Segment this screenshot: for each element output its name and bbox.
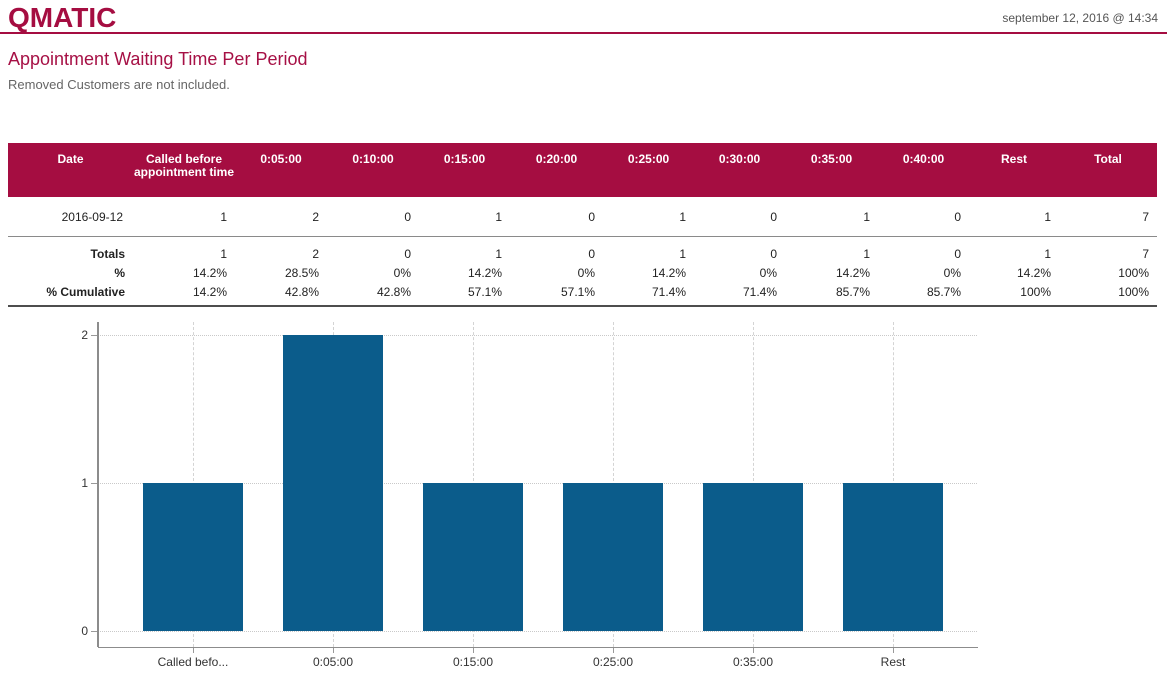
- chart-bar: [423, 483, 523, 631]
- chart-bar: [843, 483, 943, 631]
- cell-value: 0: [878, 210, 969, 224]
- cell-value: 14.2%: [603, 266, 694, 280]
- col-header-0-40: 0:40:00: [878, 143, 969, 197]
- cell-value: 57.1%: [419, 285, 510, 299]
- report-datetime: september 12, 2016 @ 14:34: [1002, 11, 1158, 25]
- cell-value: 0%: [510, 266, 603, 280]
- cell-value: 14.2%: [785, 266, 878, 280]
- report-table: Date Called before appointment time 0:05…: [8, 143, 1157, 307]
- chart-bar: [143, 483, 243, 631]
- cell-value: 14.2%: [133, 285, 235, 299]
- cell-value: 1: [133, 210, 235, 224]
- col-header-0-35: 0:35:00: [785, 143, 878, 197]
- waiting-time-bar-chart: 0 1 2 Called befo...0:05:000:15:000:25:000:…: [0, 315, 1167, 690]
- cell-value: 7: [1059, 210, 1157, 224]
- col-header-date: Date: [8, 143, 133, 197]
- cell-value: 14.2%: [419, 266, 510, 280]
- col-header-0-20: 0:20:00: [510, 143, 603, 197]
- x-axis-tick: [613, 648, 614, 653]
- cell-value: 0: [694, 210, 785, 224]
- percent-label: %: [8, 266, 133, 280]
- cell-value: 57.1%: [510, 285, 603, 299]
- x-axis-line: [98, 647, 978, 648]
- cell-value: 0: [510, 247, 603, 261]
- cell-value: 1: [603, 210, 694, 224]
- table-row-percent: % 14.2% 28.5% 0% 14.2% 0% 14.2% 0% 14.2%…: [8, 263, 1157, 282]
- x-axis-tick: [893, 648, 894, 653]
- col-header-0-05: 0:05:00: [235, 143, 327, 197]
- cell-value: 1: [603, 247, 694, 261]
- table-summary: Totals 1 2 0 1 0 1 0 1 0 1 7 % 14.2% 28.…: [8, 237, 1157, 307]
- report-subtitle: Removed Customers are not included.: [8, 77, 230, 92]
- y-axis-label: 2: [58, 328, 88, 342]
- x-axis-tick: [753, 648, 754, 653]
- cell-value: 1: [419, 247, 510, 261]
- x-axis-tick: [473, 648, 474, 653]
- chart-bar: [563, 483, 663, 631]
- cell-value: 0: [327, 210, 419, 224]
- cell-value: 100%: [1059, 285, 1157, 299]
- cell-value: 1: [785, 210, 878, 224]
- cell-value: 0%: [694, 266, 785, 280]
- cell-value: 0: [878, 247, 969, 261]
- x-axis-label: 0:05:00: [263, 655, 403, 669]
- x-axis-label: 0:35:00: [683, 655, 823, 669]
- col-header-total: Total: [1059, 143, 1157, 197]
- cell-value: 42.8%: [327, 285, 419, 299]
- cell-value: 0: [510, 210, 603, 224]
- header-divider: [0, 32, 1167, 34]
- col-header-rest: Rest: [969, 143, 1059, 197]
- col-header-0-15: 0:15:00: [419, 143, 510, 197]
- cell-value: 100%: [969, 285, 1059, 299]
- cell-value: 85.7%: [785, 285, 878, 299]
- y-axis-line: [97, 322, 99, 647]
- x-axis-tick: [193, 648, 194, 653]
- chart-bar: [703, 483, 803, 631]
- cumulative-label: % Cumulative: [8, 285, 133, 299]
- cell-value: 42.8%: [235, 285, 327, 299]
- cell-value: 1: [969, 210, 1059, 224]
- col-header-0-10: 0:10:00: [327, 143, 419, 197]
- table-row-date: 2016-09-12 1 2 0 1 0 1 0 1 0 1 7: [8, 197, 1157, 237]
- cell-value: 100%: [1059, 266, 1157, 280]
- col-header-0-30: 0:30:00: [694, 143, 785, 197]
- x-axis-tick: [333, 648, 334, 653]
- cell-value: 1: [133, 247, 235, 261]
- horizontal-gridline: [98, 631, 977, 632]
- qmatic-logo: QMATIC: [8, 2, 116, 34]
- cell-value: 7: [1059, 247, 1157, 261]
- cell-value: 0: [327, 247, 419, 261]
- totals-label: Totals: [8, 247, 133, 261]
- col-header-called-before: Called before appointment time: [133, 143, 235, 197]
- x-axis-label: Called befo...: [123, 655, 263, 669]
- cell-value: 1: [785, 247, 878, 261]
- x-axis-label: 0:15:00: [403, 655, 543, 669]
- cell-value: 0%: [878, 266, 969, 280]
- y-axis-label: 0: [58, 624, 88, 638]
- cell-value: 1: [419, 210, 510, 224]
- cell-value: 14.2%: [969, 266, 1059, 280]
- horizontal-gridline: [98, 335, 977, 336]
- cell-value: 71.4%: [603, 285, 694, 299]
- y-axis-label: 1: [58, 476, 88, 490]
- cell-value: 85.7%: [878, 285, 969, 299]
- cell-value: 28.5%: [235, 266, 327, 280]
- x-axis-label: 0:25:00: [543, 655, 683, 669]
- col-header-0-25: 0:25:00: [603, 143, 694, 197]
- chart-bar: [283, 335, 383, 631]
- cell-date: 2016-09-12: [8, 210, 133, 224]
- table-header-row: Date Called before appointment time 0:05…: [8, 143, 1157, 197]
- cell-value: 2: [235, 210, 327, 224]
- cell-value: 2: [235, 247, 327, 261]
- cell-value: 0%: [327, 266, 419, 280]
- table-row-cumulative: % Cumulative 14.2% 42.8% 42.8% 57.1% 57.…: [8, 282, 1157, 301]
- x-axis-label: Rest: [823, 655, 963, 669]
- cell-value: 71.4%: [694, 285, 785, 299]
- cell-value: 1: [969, 247, 1059, 261]
- page-title: Appointment Waiting Time Per Period: [8, 49, 307, 70]
- table-row-totals: Totals 1 2 0 1 0 1 0 1 0 1 7: [8, 244, 1157, 263]
- cell-value: 0: [694, 247, 785, 261]
- cell-value: 14.2%: [133, 266, 235, 280]
